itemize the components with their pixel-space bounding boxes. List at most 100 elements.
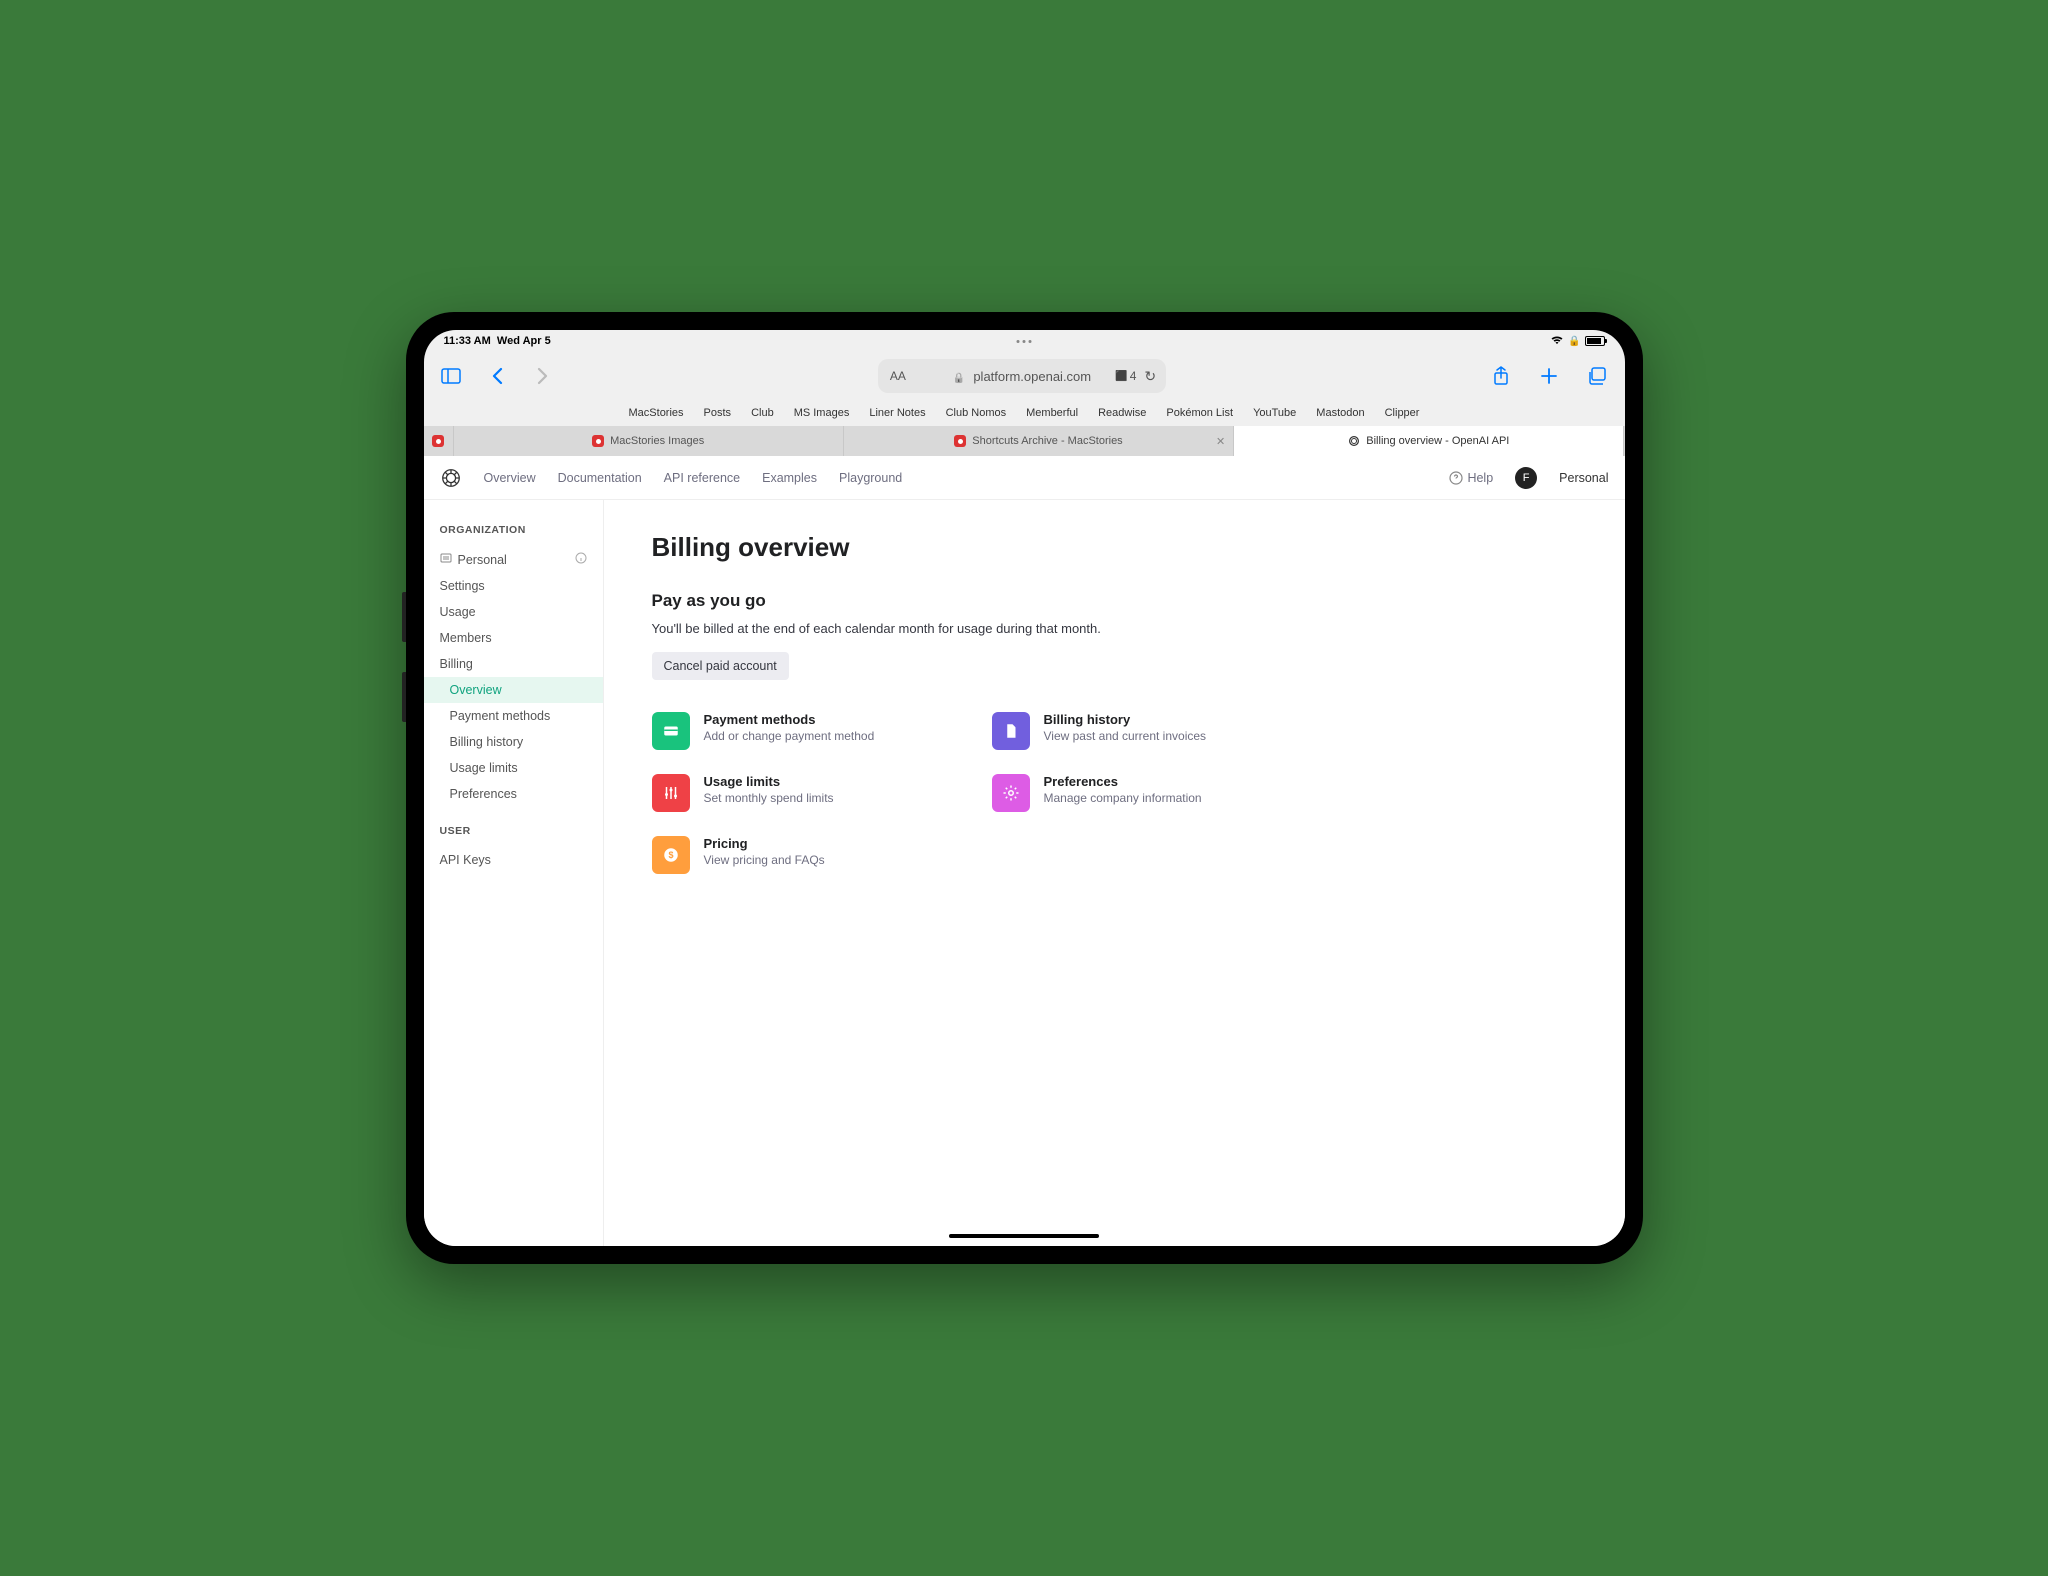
sidebar-sub-payment[interactable]: Payment methods — [424, 703, 603, 729]
fav-link[interactable]: MS Images — [794, 407, 850, 419]
status-time-date: 11:33 AM Wed Apr 5 — [444, 335, 551, 347]
favorites-bar: MacStories Posts Club MS Images Liner No… — [424, 400, 1625, 426]
nav-overview[interactable]: Overview — [484, 471, 536, 485]
favicon-icon — [954, 435, 966, 447]
sidebar-sub-prefs[interactable]: Preferences — [424, 781, 603, 807]
ipad-screen: 11:33 AM Wed Apr 5 🔒 — [424, 330, 1625, 1246]
gear-icon — [992, 774, 1030, 812]
dollar-icon: $ — [652, 836, 690, 874]
tab-title: MacStories Images — [610, 435, 704, 447]
home-indicator[interactable] — [949, 1234, 1099, 1238]
favicon-icon — [592, 435, 604, 447]
sidebar-sub-overview[interactable]: Overview — [424, 677, 603, 703]
url-bar[interactable]: AA platform.openai.com 4 — [878, 359, 1166, 393]
favicon-icon — [432, 435, 444, 447]
page-content: Overview Documentation API reference Exa… — [424, 456, 1625, 1246]
tab-title: Shortcuts Archive - MacStories — [972, 435, 1122, 447]
sidebar-item-apikeys[interactable]: API Keys — [424, 847, 603, 873]
card-desc: Manage company information — [1044, 791, 1202, 805]
page-subtitle: Pay as you go — [652, 591, 1577, 611]
multitask-dots[interactable] — [1017, 340, 1032, 343]
tabs-icon[interactable] — [1582, 361, 1612, 391]
ipad-side-buttons — [402, 592, 406, 722]
tab-strip: MacStories Images Shortcuts Archive - Ma… — [424, 426, 1625, 456]
app-top-nav: Overview Documentation API reference Exa… — [424, 456, 1625, 500]
lock-icon — [953, 369, 965, 384]
credit-card-icon — [652, 712, 690, 750]
fav-link[interactable]: Clipper — [1385, 407, 1420, 419]
card-title: Payment methods — [704, 712, 875, 727]
battery-icon — [1585, 336, 1605, 346]
fav-link[interactable]: Liner Notes — [869, 407, 925, 419]
refresh-icon[interactable] — [1144, 368, 1156, 385]
back-button[interactable] — [482, 361, 512, 391]
fav-link[interactable]: Mastodon — [1316, 407, 1364, 419]
nav-examples[interactable]: Examples — [762, 471, 817, 485]
fav-link[interactable]: Readwise — [1098, 407, 1146, 419]
fav-link[interactable]: Club Nomos — [946, 407, 1007, 419]
nav-documentation[interactable]: Documentation — [558, 471, 642, 485]
close-tab-icon[interactable]: ✕ — [1216, 435, 1225, 448]
help-link[interactable]: Help — [1449, 471, 1493, 485]
svg-text:$: $ — [668, 850, 673, 860]
pinned-tab[interactable] — [424, 426, 454, 456]
sidebar-item-billing[interactable]: Billing — [424, 651, 603, 677]
fav-link[interactable]: Memberful — [1026, 407, 1078, 419]
ipad-frame: 11:33 AM Wed Apr 5 🔒 — [406, 312, 1643, 1264]
reader-aa-icon[interactable]: AA — [890, 369, 906, 383]
main-content: Billing overview Pay as you go You'll be… — [604, 500, 1625, 1246]
card-desc: View pricing and FAQs — [704, 853, 825, 867]
username[interactable]: Personal — [1559, 471, 1608, 485]
fav-link[interactable]: Club — [751, 407, 774, 419]
openai-logo-icon[interactable] — [440, 467, 462, 489]
status-time: 11:33 AM — [444, 335, 491, 347]
card-title: Pricing — [704, 836, 825, 851]
sidebar-sub-limits[interactable]: Usage limits — [424, 755, 603, 781]
avatar[interactable]: F — [1515, 467, 1537, 489]
browser-tab-active[interactable]: Billing overview - OpenAI API — [1234, 426, 1624, 456]
document-icon — [992, 712, 1030, 750]
card-title: Usage limits — [704, 774, 834, 789]
nav-api-reference[interactable]: API reference — [664, 471, 740, 485]
sidebar-sub-history[interactable]: Billing history — [424, 729, 603, 755]
card-preferences[interactable]: Preferences Manage company information — [992, 774, 1292, 812]
fav-link[interactable]: MacStories — [629, 407, 684, 419]
tab-title: Billing overview - OpenAI API — [1366, 435, 1509, 447]
cancel-account-button[interactable]: Cancel paid account — [652, 652, 789, 680]
page-title: Billing overview — [652, 532, 1577, 563]
nav-playground[interactable]: Playground — [839, 471, 902, 485]
browser-tab[interactable]: MacStories Images — [454, 426, 844, 456]
card-billing-history[interactable]: Billing history View past and current in… — [992, 712, 1292, 750]
fav-link[interactable]: YouTube — [1253, 407, 1296, 419]
sidebar-item-personal[interactable]: Personal — [424, 546, 603, 573]
billing-cards: Payment methods Add or change payment me… — [652, 712, 1292, 874]
status-bar: 11:33 AM Wed Apr 5 🔒 — [424, 330, 1625, 352]
card-desc: Set monthly spend limits — [704, 791, 834, 805]
status-right: 🔒 — [1550, 335, 1604, 348]
fav-link[interactable]: Posts — [704, 407, 732, 419]
sidebar-item-usage[interactable]: Usage — [424, 599, 603, 625]
status-date: Wed Apr 5 — [497, 335, 551, 347]
card-desc: View past and current invoices — [1044, 729, 1207, 743]
share-icon[interactable] — [1486, 361, 1516, 391]
sliders-icon — [652, 774, 690, 812]
sidebar-org-label: ORGANIZATION — [424, 524, 603, 546]
new-tab-icon[interactable] — [1534, 361, 1564, 391]
orientation-lock-icon: 🔒 — [1568, 336, 1580, 347]
sidebar-toggle-icon[interactable] — [436, 361, 466, 391]
card-pricing[interactable]: $ Pricing View pricing and FAQs — [652, 836, 952, 874]
card-usage-limits[interactable]: Usage limits Set monthly spend limits — [652, 774, 952, 812]
sidebar-item-members[interactable]: Members — [424, 625, 603, 651]
camera-badge[interactable]: 4 — [1115, 369, 1136, 383]
browser-tab[interactable]: Shortcuts Archive - MacStories ✕ — [844, 426, 1234, 456]
url-text: platform.openai.com — [973, 369, 1091, 384]
wifi-icon — [1550, 335, 1564, 348]
sidebar-item-settings[interactable]: Settings — [424, 573, 603, 599]
page-description: You'll be billed at the end of each cale… — [652, 621, 1577, 636]
sidebar-user-label: USER — [424, 825, 603, 847]
page-body: ORGANIZATION Personal Settings Usage Mem… — [424, 500, 1625, 1246]
info-icon — [575, 552, 587, 567]
card-payment-methods[interactable]: Payment methods Add or change payment me… — [652, 712, 952, 750]
safari-toolbar: AA platform.openai.com 4 — [424, 352, 1625, 400]
fav-link[interactable]: Pokémon List — [1166, 407, 1233, 419]
